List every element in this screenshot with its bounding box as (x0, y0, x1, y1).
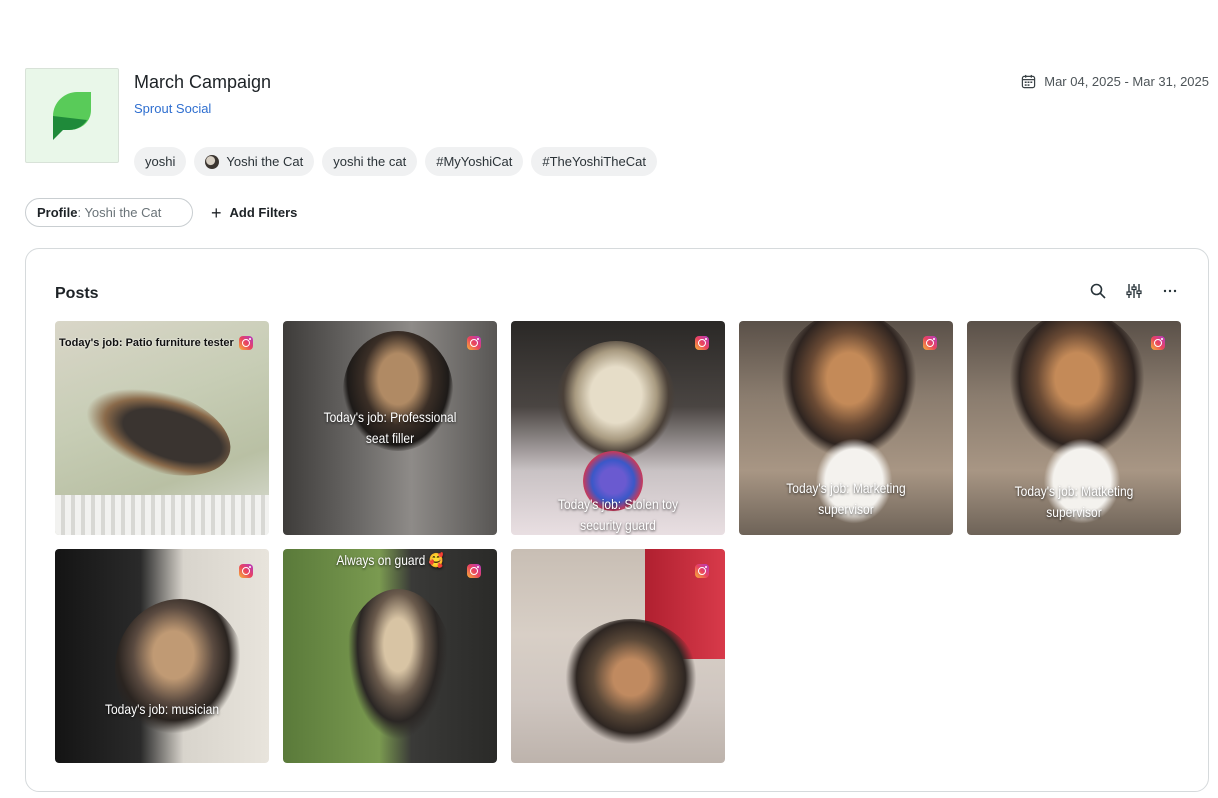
post-caption: Today's job: Patio furniture tester (59, 337, 234, 349)
post-caption: Today's job: Stolen toy security guard (557, 496, 679, 533)
post-card[interactable]: Today's job: Matketing supervisor (967, 321, 1181, 535)
more-options-icon[interactable] (1162, 283, 1178, 299)
tag-label: yoshi the cat (333, 154, 407, 169)
instagram-icon (1151, 336, 1165, 350)
post-caption: Today's job: Matketing supervisor (1014, 483, 1134, 520)
instagram-icon (695, 336, 709, 350)
keyword-tag[interactable]: yoshi (134, 147, 187, 176)
post-card[interactable]: Today's job: Professional seat filler (283, 321, 497, 535)
date-range[interactable]: Mar 04, 2025 - Mar 31, 2025 (1021, 74, 1209, 89)
brand-logo (25, 68, 119, 163)
post-card[interactable]: Today's job: Patio furniture tester (55, 321, 269, 535)
post-card[interactable]: Always on guard 🥰 (283, 549, 497, 763)
post-card[interactable] (511, 549, 725, 763)
filter-key: Profile (37, 205, 78, 220)
campaign-title: March Campaign (134, 72, 272, 92)
instagram-icon (923, 336, 937, 350)
avatar (205, 154, 220, 169)
tag-label: #MyYoshiCat (436, 154, 513, 169)
tag-label: yoshi (145, 154, 176, 169)
panel-toolbar (1090, 283, 1178, 299)
keyword-tag[interactable]: yoshi the cat (322, 147, 418, 176)
post-card[interactable]: Today's job: musician (55, 549, 269, 763)
instagram-icon (467, 336, 481, 350)
hashtag-tag[interactable]: #MyYoshiCat (425, 147, 524, 176)
posts-panel: Posts Today's job: Patio furniture teste… (25, 248, 1209, 792)
post-caption: Today's job: musician (104, 701, 220, 717)
posts-grid: Today's job: Patio furniture tester Toda… (55, 321, 1181, 763)
keyword-tags: yoshi Yoshi the Cat yoshi the cat #MyYos… (134, 147, 657, 176)
instagram-icon (239, 564, 253, 578)
filter-value: : Yoshi the Cat (77, 205, 162, 220)
tag-label: #TheYoshiTheCat (542, 154, 646, 169)
post-card[interactable]: Today's job: Stolen toy security guard (511, 321, 725, 535)
tag-label: Yoshi the Cat (226, 154, 304, 169)
post-caption: Today's job: Professional seat filler (323, 409, 457, 446)
plus-icon: + (211, 202, 222, 223)
date-range-text: Mar 04, 2025 - Mar 31, 2025 (1044, 74, 1209, 89)
instagram-icon (239, 336, 253, 350)
post-caption: Always on guard 🥰 (336, 552, 444, 568)
post-card[interactable]: Today's job: Marketing supervisor (739, 321, 953, 535)
add-filters-label: Add Filters (229, 205, 298, 220)
brand-link[interactable]: Sprout Social (134, 101, 211, 116)
profile-filter[interactable]: Profile: Yoshi the Cat (25, 198, 193, 227)
profile-tag[interactable]: Yoshi the Cat (194, 147, 315, 176)
calendar-icon (1022, 74, 1036, 89)
filter-sliders-icon[interactable] (1126, 283, 1142, 299)
hashtag-tag[interactable]: #TheYoshiTheCat (531, 147, 657, 176)
instagram-icon (467, 564, 481, 578)
sprout-logo-icon (53, 91, 91, 140)
search-icon[interactable] (1090, 283, 1106, 299)
add-filters-button[interactable]: + Add Filters (211, 204, 297, 222)
filter-bar: Profile: Yoshi the Cat + Add Filters (25, 198, 297, 227)
instagram-icon (695, 564, 709, 578)
post-caption: Today's job: Marketing supervisor (786, 480, 906, 517)
panel-title: Posts (55, 285, 99, 302)
